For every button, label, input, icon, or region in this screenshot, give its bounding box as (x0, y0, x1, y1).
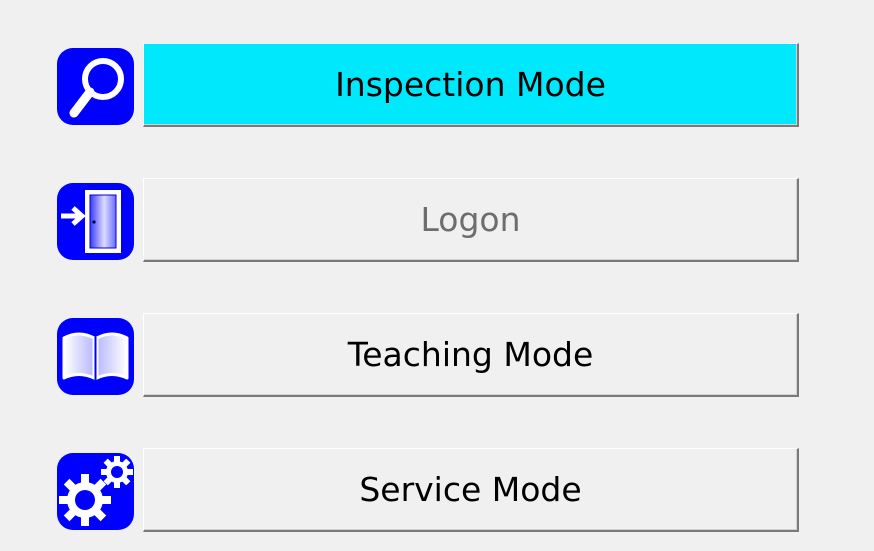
menu-row-service: Service Mode (0, 448, 874, 532)
service-mode-button[interactable]: Service Mode (143, 448, 799, 532)
door-icon (57, 183, 134, 260)
book-icon (57, 318, 134, 395)
menu-row-logon: Logon (0, 178, 874, 262)
menu-row-teaching: Teaching Mode (0, 313, 874, 397)
teaching-mode-button[interactable]: Teaching Mode (143, 313, 799, 397)
magnifier-icon (57, 48, 134, 125)
menu-row-inspection: Inspection Mode (0, 43, 874, 127)
inspection-mode-button[interactable]: Inspection Mode (143, 43, 799, 127)
logon-button[interactable]: Logon (143, 178, 799, 262)
gears-icon (57, 453, 134, 530)
